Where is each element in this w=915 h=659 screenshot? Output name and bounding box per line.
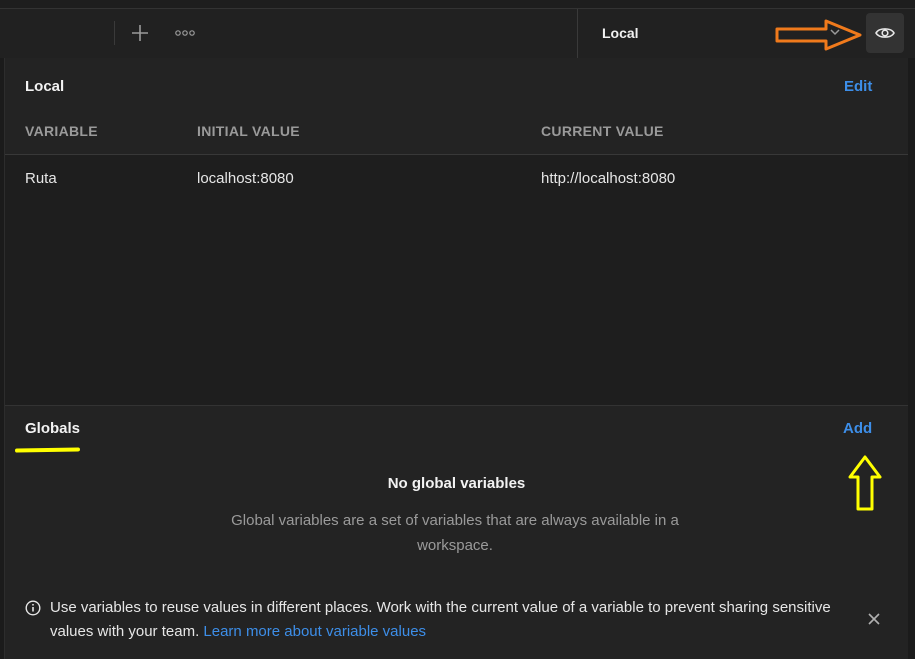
- annotation-underline: [14, 447, 81, 453]
- column-header-variable: VARIABLE: [25, 123, 98, 139]
- current-value-cell: http://localhost:8080: [541, 170, 676, 187]
- globals-divider: [5, 405, 908, 406]
- info-icon: [25, 600, 41, 616]
- top-bar: Local: [0, 0, 915, 58]
- dismiss-banner-button[interactable]: [865, 610, 883, 628]
- environment-selector[interactable]: Local: [577, 9, 915, 58]
- column-header-current-value: CURRENT VALUE: [541, 123, 664, 139]
- plus-icon: [132, 25, 148, 41]
- globals-title: Globals: [25, 420, 81, 437]
- info-banner-text: Use variables to reuse values in differe…: [50, 596, 850, 644]
- info-banner-message: Use variables to reuse values in differe…: [50, 599, 831, 640]
- environment-name: Local: [602, 25, 639, 41]
- new-tab-button[interactable]: [128, 21, 152, 45]
- more-horizontal-icon: [175, 30, 195, 36]
- annotation-arrow-right: [775, 19, 862, 51]
- local-title: Local: [25, 78, 65, 95]
- learn-more-link[interactable]: Learn more about variable values: [203, 623, 426, 640]
- add-global-button[interactable]: Add: [843, 420, 872, 437]
- environment-quick-look-panel: Local Edit VARIABLE INITIAL VALUE CURREN…: [4, 58, 908, 659]
- local-table-body: [5, 155, 908, 405]
- tab-separator: [114, 21, 115, 45]
- tabs-area: [0, 9, 577, 58]
- initial-value-cell: localhost:8080: [197, 170, 294, 187]
- more-options-button[interactable]: [172, 21, 198, 45]
- empty-state-title: No global variables: [387, 475, 526, 492]
- eye-icon: [875, 28, 895, 38]
- variable-name-cell: Ruta: [25, 170, 57, 187]
- environment-quick-look-button[interactable]: [866, 13, 904, 53]
- empty-state-description: Global variables are a set of variables …: [231, 512, 679, 554]
- close-icon: [868, 613, 880, 625]
- edit-button[interactable]: Edit: [844, 78, 872, 95]
- column-header-initial-value: INITIAL VALUE: [197, 123, 300, 139]
